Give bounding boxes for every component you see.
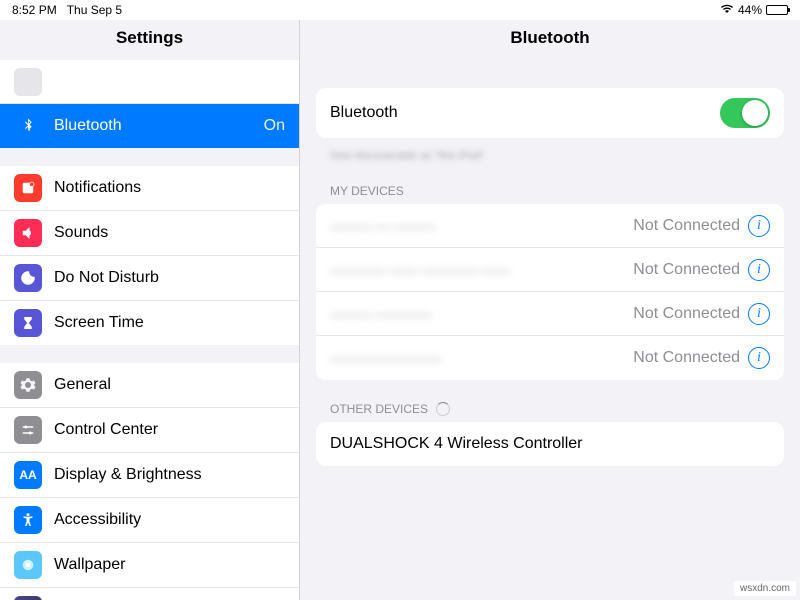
- sidebar-item-notifications[interactable]: Notifications: [0, 166, 299, 211]
- discoverable-text: Now discoverable as "this iPad": [316, 146, 784, 170]
- my-devices-list: ——— — ——— Not Connected i———— —— ———— ——…: [316, 204, 784, 380]
- detail-title: Bluetooth: [316, 20, 784, 60]
- controlcenter-icon: [14, 416, 42, 444]
- sidebar-item-controlcenter[interactable]: Control Center: [0, 408, 299, 453]
- hourglass-icon: [14, 309, 42, 337]
- my-devices-header: MY DEVICES: [316, 170, 784, 204]
- device-row[interactable]: ———— —— ———— —— Not Connected i: [316, 248, 784, 292]
- device-row[interactable]: DUALSHOCK 4 Wireless Controller: [316, 422, 784, 466]
- device-row[interactable]: ——— — ——— Not Connected i: [316, 204, 784, 248]
- spinner-icon: [436, 402, 450, 416]
- other-devices-header: OTHER DEVICES: [316, 388, 784, 422]
- battery-percent: 44%: [738, 3, 762, 17]
- moon-icon: [14, 264, 42, 292]
- device-name: DUALSHOCK 4 Wireless Controller: [330, 435, 770, 453]
- sidebar-item-wallpaper[interactable]: Wallpaper: [0, 543, 299, 588]
- gear-icon: [14, 371, 42, 399]
- sidebar-item-label: Screen Time: [54, 314, 285, 332]
- device-name: ———— —— ———— ——: [330, 262, 633, 278]
- sidebar-item-label: Wallpaper: [54, 556, 285, 574]
- sidebar-item-label: Bluetooth: [54, 117, 264, 135]
- sidebar-item-accessibility[interactable]: Accessibility: [0, 498, 299, 543]
- watermark: wsxdn.com: [734, 581, 796, 596]
- wallpaper-icon: [14, 551, 42, 579]
- device-status: Not Connected: [633, 305, 740, 323]
- info-icon[interactable]: i: [748, 303, 770, 325]
- sidebar-item-sounds[interactable]: Sounds: [0, 211, 299, 256]
- siri-icon: [14, 596, 42, 600]
- accessibility-icon: [14, 506, 42, 534]
- battery-icon: [766, 5, 788, 15]
- sidebar-item-label: Control Center: [54, 421, 285, 439]
- detail-pane[interactable]: Bluetooth Bluetooth Now discoverable as …: [300, 20, 800, 600]
- sidebar-item-label: Sounds: [54, 224, 285, 242]
- device-name: ————————: [330, 350, 633, 366]
- sidebar-item-dnd[interactable]: Do Not Disturb: [0, 256, 299, 301]
- device-status: Not Connected: [633, 261, 740, 279]
- other-devices-list: DUALSHOCK 4 Wireless Controller: [316, 422, 784, 466]
- sidebar-item-value: On: [264, 117, 285, 135]
- sidebar-item-label: General: [54, 376, 285, 394]
- sidebar-item-general[interactable]: General: [0, 363, 299, 408]
- toggle-label: Bluetooth: [330, 104, 720, 122]
- sidebar-item-screentime[interactable]: Screen Time: [0, 301, 299, 345]
- display-icon: AA: [14, 461, 42, 489]
- status-bar: 8:52 PM Thu Sep 5 44%: [0, 0, 800, 20]
- device-status: Not Connected: [633, 217, 740, 235]
- sidebar-item-siri[interactable]: Siri & Search: [0, 588, 299, 600]
- device-status: Not Connected: [633, 349, 740, 367]
- device-row[interactable]: ——— ———— Not Connected i: [316, 292, 784, 336]
- device-name: ——— ————: [330, 306, 633, 322]
- bluetooth-toggle-row: Bluetooth: [316, 88, 784, 138]
- notifications-icon: [14, 174, 42, 202]
- sounds-icon: [14, 219, 42, 247]
- status-date: Thu Sep 5: [67, 3, 122, 17]
- sidebar-item-placeholder[interactable]: [0, 60, 299, 104]
- settings-sidebar[interactable]: Settings Bluetooth On Notifications: [0, 20, 300, 600]
- info-icon[interactable]: i: [748, 215, 770, 237]
- sidebar-item-label: Display & Brightness: [54, 466, 285, 484]
- sidebar-title: Settings: [0, 20, 299, 60]
- info-icon[interactable]: i: [748, 259, 770, 281]
- sidebar-item-label: Notifications: [54, 179, 285, 197]
- sidebar-item-display[interactable]: AA Display & Brightness: [0, 453, 299, 498]
- wifi-icon: [720, 3, 734, 17]
- status-time: 8:52 PM: [12, 3, 57, 17]
- sidebar-item-bluetooth[interactable]: Bluetooth On: [0, 104, 299, 148]
- device-name: ——— — ———: [330, 218, 633, 234]
- bluetooth-toggle[interactable]: [720, 98, 770, 128]
- device-row[interactable]: ———————— Not Connected i: [316, 336, 784, 380]
- info-icon[interactable]: i: [748, 347, 770, 369]
- sidebar-item-label: Do Not Disturb: [54, 269, 285, 287]
- sidebar-item-label: Accessibility: [54, 511, 285, 529]
- bluetooth-icon: [14, 112, 42, 140]
